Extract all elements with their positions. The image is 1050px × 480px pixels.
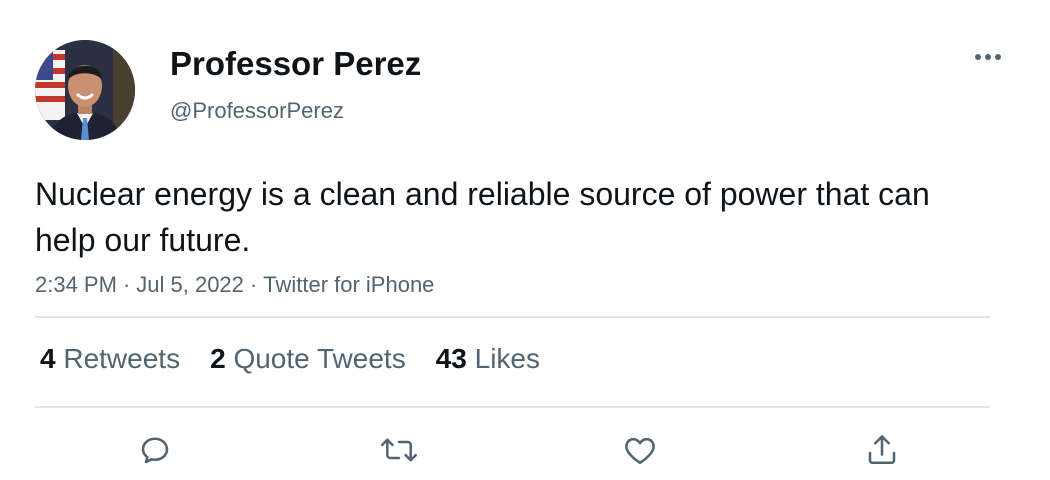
author-handle[interactable]: @ProfessorPerez (170, 97, 344, 125)
more-options-button[interactable] (968, 42, 1008, 72)
tweet-date[interactable]: Jul 5, 2022 (136, 272, 244, 297)
tweet-actions-bar (0, 428, 1050, 472)
author-display-name[interactable]: Professor Perez (170, 44, 421, 84)
tweet-meta: 2:34 PM · Jul 5, 2022 · Twitter for iPhone (35, 271, 434, 299)
more-icon (975, 54, 1001, 60)
like-button[interactable] (618, 428, 662, 472)
tweet-source[interactable]: Twitter for iPhone (263, 272, 434, 297)
meta-separator: · (249, 272, 258, 297)
tweet-time[interactable]: 2:34 PM (35, 272, 117, 297)
likes-count: 43 (435, 343, 467, 374)
reply-button[interactable] (133, 428, 177, 472)
likes-label: Likes (474, 343, 541, 374)
quote-tweets-label: Quote Tweets (233, 343, 406, 374)
divider (35, 316, 990, 318)
retweets-label: Retweets (63, 343, 181, 374)
share-icon (868, 435, 896, 465)
retweet-button[interactable] (377, 428, 421, 472)
retweets-stat[interactable]: 4 Retweets (40, 341, 180, 377)
avatar[interactable] (35, 40, 135, 140)
meta-separator: · (122, 272, 131, 297)
retweets-count: 4 (40, 343, 56, 374)
like-icon (625, 437, 655, 465)
quote-tweets-stat[interactable]: 2 Quote Tweets (210, 341, 406, 377)
retweet-icon (380, 438, 418, 462)
share-button[interactable] (860, 428, 904, 472)
reply-icon (141, 437, 169, 464)
quote-tweets-count: 2 (210, 343, 226, 374)
tweet-stats: 4 Retweets 2 Quote Tweets 43 Likes (40, 341, 540, 377)
likes-stat[interactable]: 43 Likes (436, 341, 540, 377)
profile-photo-icon (35, 40, 135, 140)
divider (35, 406, 990, 408)
tweet-text: Nuclear energy is a clean and reliable s… (35, 176, 930, 258)
